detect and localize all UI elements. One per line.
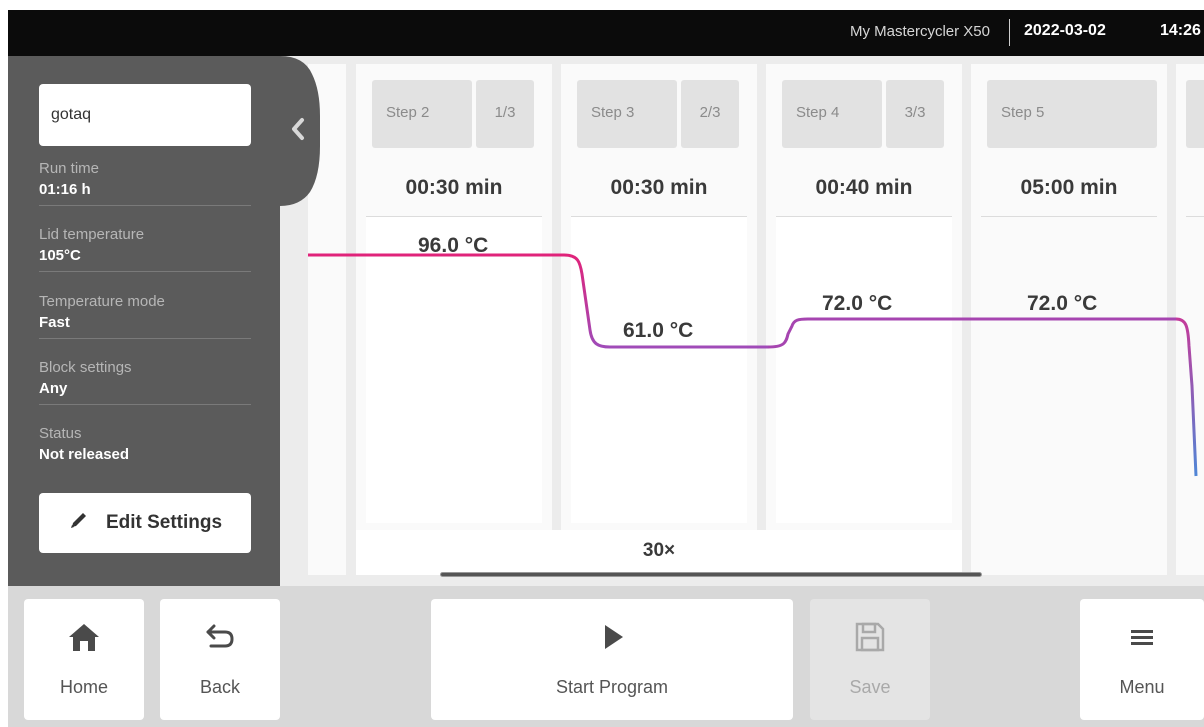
program-settings-panel: gotaq Run time 01:16 h Lid temperature 1…: [8, 56, 320, 586]
property-run-time: Run time 01:16 h: [39, 160, 251, 206]
property-label: Status: [39, 425, 82, 442]
home-icon: [24, 621, 144, 655]
play-icon: [431, 621, 793, 655]
home-label: Home: [59, 677, 108, 697]
floppy-disk-icon: [810, 621, 930, 655]
property-label: Run time: [39, 160, 100, 177]
property-value: Any: [39, 380, 68, 397]
back-arrow-icon: [160, 621, 280, 655]
divider: [39, 205, 251, 206]
save-button[interactable]: Save: [810, 599, 930, 720]
property-label: Block settings: [39, 359, 132, 376]
status-bar: My Mastercycler X50 2022-03-02 14:26: [8, 10, 1204, 56]
status-time: 14:26: [1160, 22, 1201, 39]
bottom-navigation-bar: Home Back Start Program Save Menu: [8, 586, 1204, 727]
back-label: Back: [199, 677, 241, 697]
start-program-button[interactable]: Start Program: [431, 599, 793, 720]
program-name-field[interactable]: gotaq: [39, 84, 251, 146]
menu-label: Menu: [1119, 677, 1165, 697]
device-name: My Mastercycler X50: [849, 23, 990, 40]
divider: [39, 271, 251, 272]
property-label: Temperature mode: [39, 293, 165, 310]
property-value: Not released: [39, 446, 130, 463]
curve-segment-final-drop: [1175, 317, 1198, 477]
home-button[interactable]: Home: [24, 599, 144, 720]
curve-segment-denaturation: [308, 253, 768, 349]
property-label: Lid temperature: [39, 226, 145, 243]
collapse-panel-button[interactable]: [280, 106, 316, 156]
status-date: 2022-03-02: [1024, 22, 1106, 39]
property-value: 01:16 h: [39, 181, 91, 198]
start-program-label: Start Program: [555, 677, 669, 697]
pencil-icon: [68, 509, 90, 537]
edit-settings-label: Edit Settings: [105, 512, 223, 533]
chevron-left-icon: [289, 117, 307, 146]
menu-button[interactable]: Menu: [1080, 599, 1204, 720]
property-block-settings: Block settings Any: [39, 359, 251, 405]
edit-settings-button[interactable]: Edit Settings: [39, 493, 251, 553]
property-lid-temperature: Lid temperature 105°C: [39, 226, 251, 272]
hamburger-menu-icon: [1080, 621, 1204, 655]
divider: [39, 338, 251, 339]
save-label: Save: [849, 677, 891, 697]
property-status: Status Not released: [39, 425, 251, 468]
property-value: 105°C: [39, 247, 81, 264]
property-temperature-mode: Temperature mode Fast: [39, 293, 251, 339]
divider: [39, 404, 251, 405]
back-button[interactable]: Back: [160, 599, 280, 720]
curve-segment-annealing-extension: [767, 317, 1176, 349]
status-separator: [1009, 19, 1010, 46]
property-value: Fast: [39, 314, 70, 331]
